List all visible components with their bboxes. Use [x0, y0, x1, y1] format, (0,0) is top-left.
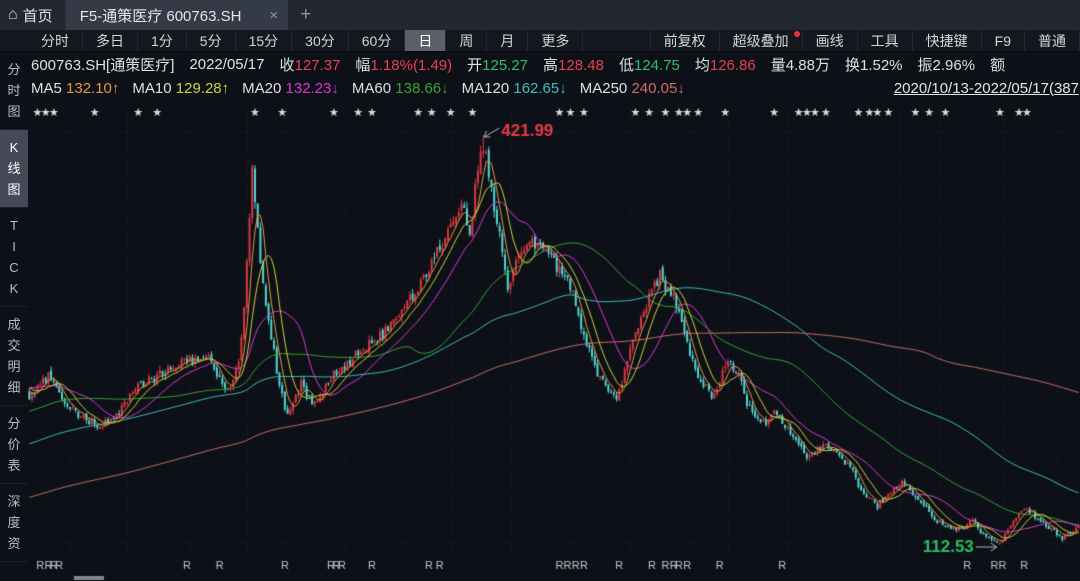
period-toolbar: 分时多日1分5分15分30分60分日周月更多 前复权超级叠加画线工具快捷键F9普… — [0, 30, 1080, 52]
chart-panel: 600763.SH[通策医疗] 2022/05/17 收127.37 幅1.18%(1… — [28, 52, 1080, 581]
period-button-更多[interactable]: 更多 — [528, 30, 583, 51]
info-field-量: 量4.88万 — [771, 54, 830, 75]
info-field-低: 低124.75 — [619, 54, 680, 75]
info-field-额: 额 — [990, 54, 1005, 75]
home-label: 首页 — [23, 5, 53, 26]
period-button-月[interactable]: 月 — [487, 30, 528, 51]
tool-button-F9[interactable]: F9 — [982, 30, 1025, 51]
period-button-周[interactable]: 周 — [446, 30, 487, 51]
period-button-30分[interactable]: 30分 — [292, 30, 349, 51]
tool-button-超级叠加[interactable]: 超级叠加 — [720, 30, 803, 51]
info-field-换: 换1.52% — [845, 54, 903, 75]
period-button-15分[interactable]: 15分 — [236, 30, 293, 51]
new-tab-button[interactable]: + — [288, 0, 323, 30]
ma-item-MA120: MA120 162.65↓ — [462, 80, 567, 97]
ma-item-MA60: MA60 138.66↓ — [352, 80, 449, 97]
info-field-2022/05/17: 2022/05/17 — [189, 56, 264, 73]
title-bar: ⌂ 首页 F5-通策医疗 600763.SH × + — [0, 0, 1080, 30]
ma-item-MA250: MA250 240.05↓ — [580, 80, 685, 97]
period-button-日[interactable]: 日 — [405, 30, 446, 51]
info-field-高: 高128.48 — [543, 54, 604, 75]
info-field-收: 收127.37 — [279, 54, 340, 75]
tool-button-画线[interactable]: 画线 — [803, 30, 858, 51]
period-button-多日[interactable]: 多日 — [83, 30, 138, 51]
home-icon: ⌂ — [8, 7, 18, 23]
ma-item-MA10: MA10 129.28↑ — [132, 80, 229, 97]
kline-chart[interactable] — [28, 100, 1080, 581]
ma-item-MA5: MA5 132.10↑ — [31, 80, 119, 97]
home-button[interactable]: ⌂ 首页 — [0, 0, 66, 30]
tool-button-普通[interactable]: 普通 — [1025, 30, 1080, 51]
date-range-link[interactable]: 2020/10/13-2022/05/17(387 — [894, 80, 1080, 97]
toolbar-period-group: 分时多日1分5分15分30分60分日周月更多 — [0, 30, 583, 51]
close-tab-icon[interactable]: × — [269, 7, 278, 24]
period-button-分时[interactable]: 分时 — [28, 30, 83, 51]
stock-info-bar: 600763.SH[通策医疗] 2022/05/17 收127.37 幅1.18%(1… — [28, 52, 1080, 76]
info-field-均: 均126.86 — [695, 54, 756, 75]
info-field-幅: 幅1.18%(1.49) — [355, 54, 452, 75]
sidebar-item-分价表[interactable]: 分价表 — [0, 406, 28, 484]
sidebar-item-分时图[interactable]: 分时图 — [0, 52, 28, 130]
stock-tab[interactable]: F5-通策医疗 600763.SH × — [66, 0, 289, 30]
sidebar-item-TICK[interactable]: TICK — [0, 208, 28, 307]
ma-bar: MA5 132.10↑ MA10 129.28↑ MA20 132.23↓ MA60 … — [28, 76, 1080, 100]
tab-label: F5-通策医疗 600763.SH — [80, 5, 242, 26]
left-sidebar: 分时图K线图TICK成交明细分价表深度资 — [0, 52, 28, 581]
period-button-1分[interactable]: 1分 — [138, 30, 187, 51]
main-area: 分时图K线图TICK成交明细分价表深度资 600763.SH[通策医疗] 2022… — [0, 52, 1080, 581]
tool-button-工具[interactable]: 工具 — [858, 30, 913, 51]
tool-button-前复权[interactable]: 前复权 — [650, 30, 720, 51]
period-button-60分[interactable]: 60分 — [349, 30, 406, 51]
sidebar-item-K线图[interactable]: K线图 — [0, 130, 28, 208]
trading-app-window: ⌂ 首页 F5-通策医疗 600763.SH × + 分时多日1分5分15分30… — [0, 0, 1080, 581]
sidebar-item-成交明细[interactable]: 成交明细 — [0, 307, 28, 406]
tool-button-快捷键[interactable]: 快捷键 — [913, 30, 982, 51]
notification-dot — [794, 31, 800, 37]
toolbar-tools-group: 前复权超级叠加画线工具快捷键F9普通 — [650, 30, 1080, 51]
period-button-5分[interactable]: 5分 — [187, 30, 236, 51]
info-field-开: 开125.27 — [467, 54, 528, 75]
sidebar-item-深度资[interactable]: 深度资 — [0, 484, 28, 562]
info-field-振: 振2.96% — [918, 54, 976, 75]
ma-item-MA20: MA20 132.23↓ — [242, 80, 339, 97]
ma-legend: MA5 132.10↑ MA10 129.28↑ MA20 132.23↓ MA60 … — [31, 80, 685, 97]
info-field-600763.SH[通策医疗]: 600763.SH[通策医疗] — [31, 54, 174, 75]
